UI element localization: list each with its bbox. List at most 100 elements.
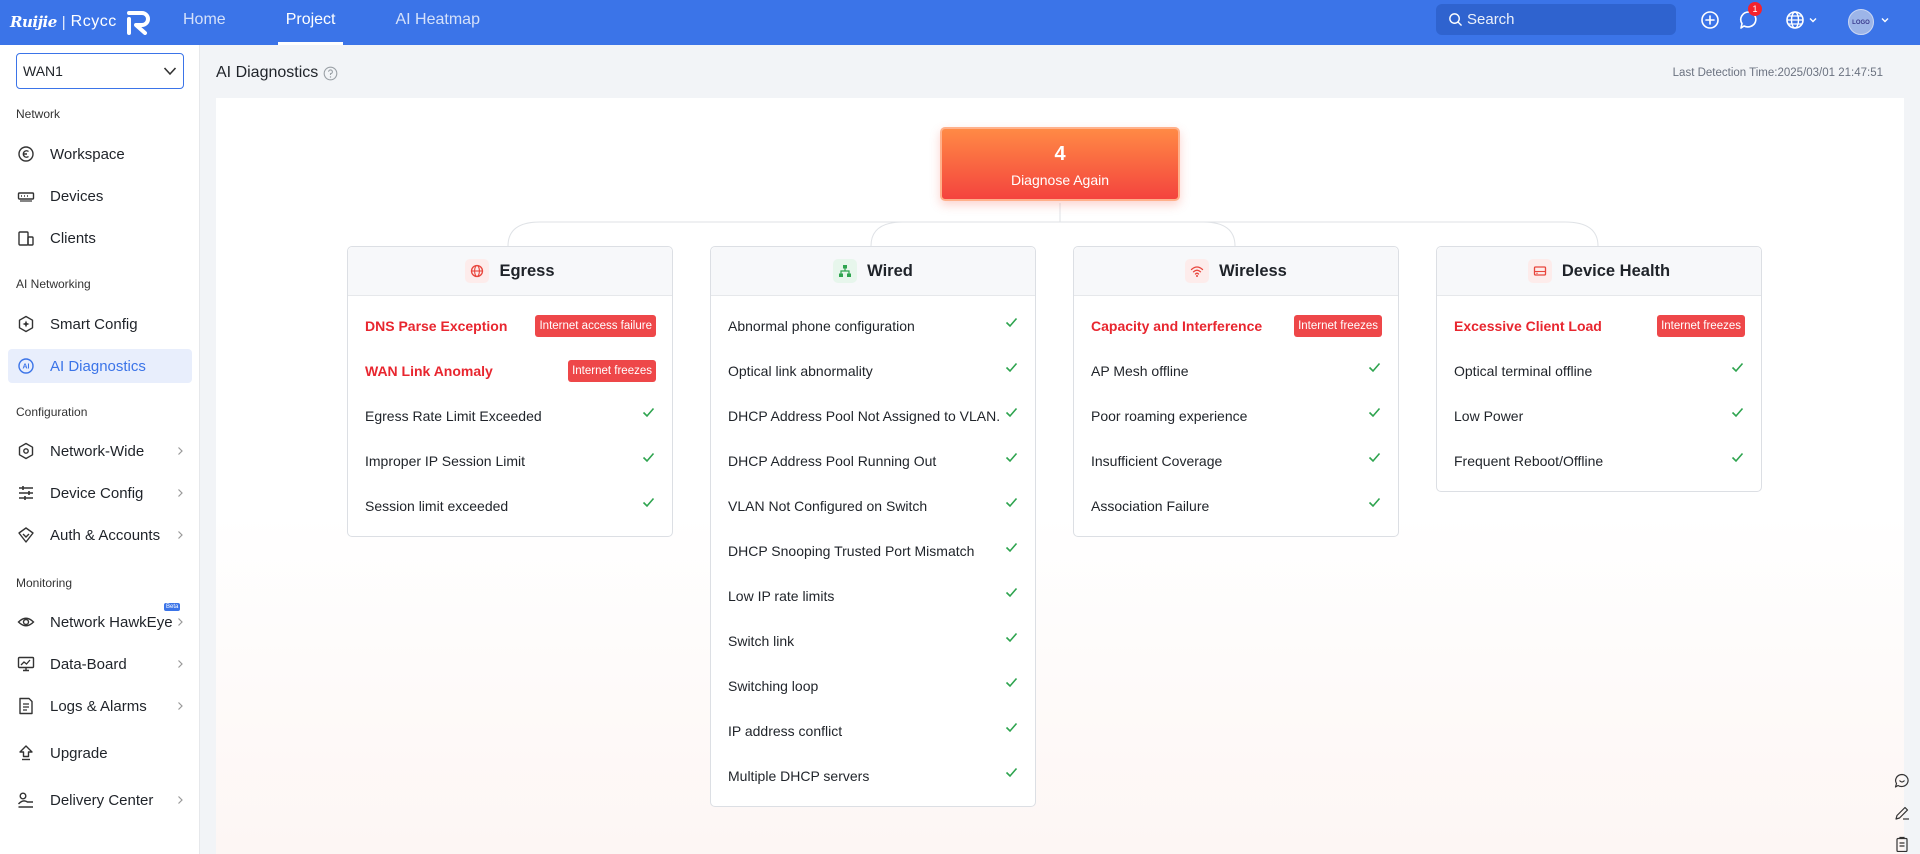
sidebar-item-label: Network HawkEye <box>50 613 173 631</box>
top-navigation-bar: Ruijie | Rcycc Home Project AI Heatmap 1… <box>0 0 1920 45</box>
diagnostic-item-label: DHCP Address Pool Not Assigned to VLAN. <box>728 407 1001 424</box>
sidebar-item-label: Smart Config <box>50 315 138 333</box>
diagnostic-item: Optical link abnormality <box>711 348 1035 393</box>
check-icon <box>1731 407 1744 418</box>
brand-logo[interactable]: Ruijie | Rcycc <box>10 7 151 37</box>
sidebar-item-upgrade[interactable]: Upgrade <box>8 736 192 770</box>
main-nav: Home Project AI Heatmap <box>175 0 532 45</box>
check-icon <box>1005 542 1018 553</box>
diagnostic-item-fault[interactable]: WAN Link Anomaly Internet freezes <box>348 348 672 393</box>
page-title-text: AI Diagnostics <box>216 64 319 81</box>
diagnostic-item-label: Low IP rate limits <box>728 587 835 604</box>
feedback-edit-icon[interactable] <box>1894 805 1910 821</box>
fault-impact-tag: Internet access failure <box>535 315 656 337</box>
sidebar-item-ai-diagnostics[interactable]: AI AI Diagnostics <box>8 349 192 383</box>
brand-mark-icon <box>126 11 150 35</box>
sidebar-item-delivery-center[interactable]: Delivery Center <box>8 783 192 817</box>
add-circle-icon[interactable] <box>1699 9 1721 31</box>
sidebar-item-label: Devices <box>50 187 104 205</box>
brand-product: Rcycc <box>70 13 117 30</box>
diagnostic-item-label: Insufficient Coverage <box>1091 452 1223 469</box>
diagnostic-item: Multiple DHCP servers <box>711 753 1035 798</box>
sidebar-item-devices[interactable]: Devices <box>8 179 192 213</box>
diagnostic-item-label: Egress Rate Limit Exceeded <box>365 407 542 424</box>
check-icon <box>1368 362 1381 373</box>
wifi-icon <box>1185 259 1210 283</box>
check-icon <box>1731 452 1744 463</box>
diagnostic-item-label: Excessive Client Load <box>1454 317 1602 334</box>
sidebar-item-device-config[interactable]: Device Config <box>8 476 192 510</box>
diagnostic-item: Session limit exceeded <box>348 483 672 528</box>
nav-project[interactable]: Project <box>277 0 344 45</box>
section-label-monitoring: Monitoring <box>16 576 73 590</box>
diagnostic-item: VLAN Not Configured on Switch <box>711 483 1035 528</box>
diagnostic-item-fault[interactable]: Excessive Client Load Internet freezes <box>1437 303 1761 348</box>
devices-icon <box>16 186 36 206</box>
check-icon <box>1005 362 1018 373</box>
search-icon <box>1449 13 1462 26</box>
diagnostic-item: Improper IP Session Limit <box>348 438 672 483</box>
diagnostic-item-fault[interactable]: Capacity and Interference Internet freeze… <box>1074 303 1398 348</box>
diagnostic-item-label: VLAN Not Configured on Switch <box>728 497 928 514</box>
diagnostic-item-label: AP Mesh offline <box>1091 362 1189 379</box>
chevron-right-icon <box>178 660 183 668</box>
chevron-right-icon <box>178 702 183 710</box>
chat-support-icon[interactable] <box>1894 773 1910 789</box>
diagnostic-item: IP address conflict <box>711 708 1035 753</box>
check-icon <box>1005 632 1018 643</box>
card-rows: DNS Parse Exception Internet access failu… <box>348 296 672 536</box>
chevron-down-icon[interactable] <box>1880 15 1890 25</box>
diagnostic-item-label: WAN Link Anomaly <box>365 362 493 379</box>
nav-home[interactable]: Home <box>175 0 234 45</box>
upgrade-arrow-icon <box>16 743 36 763</box>
chevron-down-icon[interactable] <box>1808 15 1818 25</box>
card-rows: Excessive Client Load Internet freezes Opt… <box>1437 296 1761 491</box>
router-icon <box>1527 259 1552 283</box>
sidebar-item-label: Logs & Alarms <box>50 697 147 715</box>
diagnostic-item-label: Association Failure <box>1091 497 1210 514</box>
smart-config-icon <box>16 314 36 334</box>
diagnostic-item: DHCP Address Pool Running Out <box>711 438 1035 483</box>
check-icon <box>1005 452 1018 463</box>
check-icon <box>642 407 655 418</box>
check-icon <box>1005 317 1018 328</box>
check-icon <box>642 497 655 508</box>
diagnostic-item-fault[interactable]: DNS Parse Exception Internet access failu… <box>348 303 672 348</box>
search-box[interactable] <box>1436 4 1676 35</box>
card-wired: Wired Abnormal phone configuration Optica… <box>710 246 1036 807</box>
clipboard-icon[interactable] <box>1894 836 1910 852</box>
sidebar-item-auth-accounts[interactable]: Auth & Accounts <box>8 518 192 552</box>
sliders-icon <box>16 483 36 503</box>
card-title: Wired <box>867 261 913 280</box>
diagnostic-item: Association Failure <box>1074 483 1398 528</box>
wan-select[interactable]: WAN1 <box>16 53 184 89</box>
sidebar-item-data-board[interactable]: Data-Board <box>8 647 192 681</box>
wan-select-value: WAN1 <box>23 63 63 79</box>
check-icon <box>1368 452 1381 463</box>
nav-ai-heatmap[interactable]: AI Heatmap <box>387 0 487 45</box>
diagnostic-item-label: Optical link abnormality <box>728 362 873 379</box>
logs-icon <box>16 696 36 716</box>
search-input[interactable] <box>1467 11 1667 28</box>
sidebar-item-network-wide[interactable]: Network-Wide <box>8 434 192 468</box>
diagnostic-item-label: Switching loop <box>728 677 819 694</box>
chevron-right-icon <box>178 796 183 804</box>
card-device-health: Device Health Excessive Client Load Inter… <box>1436 246 1762 492</box>
sidebar-item-smart-config[interactable]: Smart Config <box>8 307 192 341</box>
diagnose-again-button[interactable]: 4 Diagnose Again <box>940 127 1180 201</box>
sidebar-item-network-hawkeye[interactable]: Network HawkEye Beta <box>8 603 192 639</box>
brand-separator: | <box>61 13 66 31</box>
avatar[interactable]: LOGO <box>1848 9 1874 35</box>
diagnostic-item: Poor roaming experience <box>1074 393 1398 438</box>
sidebar-item-clients[interactable]: Clients <box>8 221 192 255</box>
diagnostic-item-label: Switch link <box>728 632 795 649</box>
language-globe-icon[interactable] <box>1784 9 1806 31</box>
diagnostic-item: Abnormal phone configuration <box>711 303 1035 348</box>
diagnostic-item: Frequent Reboot/Offline <box>1437 438 1761 483</box>
sidebar-item-workspace[interactable]: Workspace <box>8 137 192 171</box>
sidebar-item-logs-alarms[interactable]: Logs & Alarms <box>8 689 192 723</box>
diagnostic-item-label: Poor roaming experience <box>1091 407 1248 424</box>
help-circle-icon[interactable] <box>323 66 338 81</box>
notification-badge: 1 <box>1748 2 1762 16</box>
card-title: Wireless <box>1219 261 1287 280</box>
